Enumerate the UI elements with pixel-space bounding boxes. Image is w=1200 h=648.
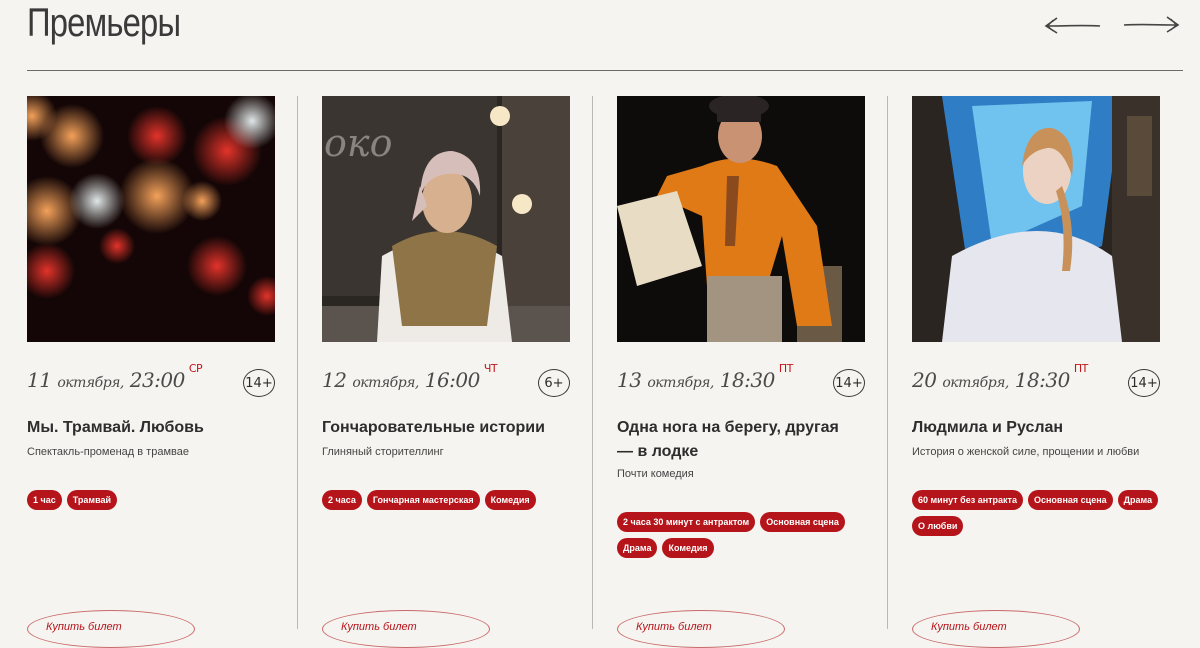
event-card[interactable]: 13 октября, 18:30 ПТ 14+ Одна нога на бер…	[617, 96, 865, 648]
arrow-left-icon[interactable]	[1043, 14, 1101, 36]
tag[interactable]: 2 часа 30 минут с антрактом	[617, 512, 756, 532]
event-tags: 1 час Трамвай	[27, 490, 275, 510]
tag[interactable]: Гончарная мастерская	[366, 490, 480, 510]
event-title[interactable]: Одна нога на берегу, другая — в лодке	[617, 416, 857, 464]
tag[interactable]: Драма	[617, 538, 658, 558]
event-title[interactable]: Людмила и Руслан	[912, 416, 1152, 440]
tag[interactable]: Комедия	[484, 490, 536, 510]
event-date: 13 октября, 18:30 ПТ	[617, 362, 793, 392]
event-subtitle: Спектакль-променад в трамвае	[27, 446, 189, 458]
event-weekday: ПТ	[1073, 362, 1089, 375]
section-title: Премьеры	[27, 1, 181, 45]
event-weekday: ПТ	[778, 362, 794, 375]
event-photo[interactable]	[912, 96, 1160, 342]
age-rating-badge: 14+	[243, 369, 275, 397]
event-date: 11 октября, 23:00 СР	[27, 362, 203, 392]
tag[interactable]: 60 минут без антракта	[912, 490, 1023, 510]
tag[interactable]: Основная сцена	[760, 512, 845, 532]
buy-ticket-button[interactable]: Купить билет	[322, 610, 490, 648]
event-photo[interactable]	[27, 96, 275, 342]
event-photo[interactable]	[617, 96, 865, 342]
buy-ticket-button[interactable]: Купить билет	[912, 610, 1080, 648]
event-subtitle: Почти комедия	[617, 468, 694, 480]
age-rating-badge: 14+	[1128, 369, 1160, 397]
svg-text:око: око	[324, 121, 392, 165]
event-tags: 2 часа 30 минут с антрактом Основная сце…	[617, 512, 865, 558]
tag[interactable]: Драма	[1117, 490, 1159, 510]
event-photo[interactable]: око	[322, 96, 570, 342]
tag[interactable]: 1 час	[27, 490, 62, 510]
tag[interactable]: О любви	[912, 516, 964, 536]
age-rating-badge: 14+	[833, 369, 865, 397]
event-date: 20 октября, 18:30 ПТ	[912, 362, 1088, 392]
card-divider	[592, 96, 593, 629]
section-header: Премьеры	[27, 0, 1183, 71]
tag[interactable]: Основная сцена	[1027, 490, 1113, 510]
event-card[interactable]: 11 октября, 23:00 СР 14+ Мы. Трамвай. Люб…	[27, 96, 275, 648]
event-date: 12 октября, 16:00 ЧТ	[322, 362, 498, 392]
card-divider	[887, 96, 888, 629]
event-subtitle: История о женской силе, прощении и любви	[912, 446, 1140, 458]
event-tags: 2 часа Гончарная мастерская Комедия	[322, 490, 570, 510]
event-card[interactable]: око 12 октября, 16:00 ЧТ 6+ Гончарователь…	[322, 96, 570, 648]
tag[interactable]: Трамвай	[66, 490, 118, 510]
event-card[interactable]: 20 октября, 18:30 ПТ 14+ Людмила и Руслан…	[912, 96, 1160, 648]
event-title[interactable]: Мы. Трамвай. Любовь	[27, 416, 267, 440]
event-weekday: ЧТ	[483, 362, 498, 375]
buy-ticket-button[interactable]: Купить билет	[27, 610, 195, 648]
tag[interactable]: Комедия	[662, 538, 714, 558]
event-title[interactable]: Гончаровательные истории	[322, 416, 562, 440]
buy-ticket-button[interactable]: Купить билет	[617, 610, 785, 648]
tag[interactable]: 2 часа	[322, 490, 362, 510]
event-tags: 60 минут без антракта Основная сцена Дра…	[912, 490, 1160, 536]
age-rating-badge: 6+	[538, 369, 570, 397]
card-divider	[297, 96, 298, 629]
event-subtitle: Глиняный сторителлинг	[322, 446, 444, 458]
arrow-right-icon[interactable]	[1123, 14, 1181, 36]
event-weekday: СР	[188, 362, 203, 375]
